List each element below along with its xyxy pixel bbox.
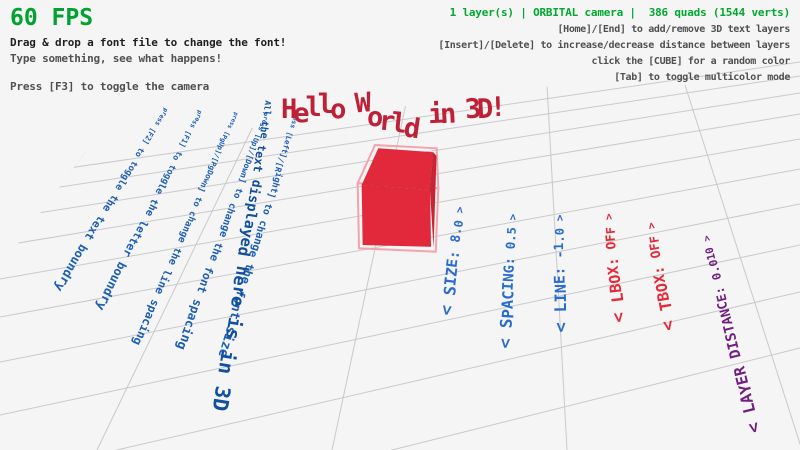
cube-body[interactable] <box>362 148 437 247</box>
hint-layers: [Home]/[End] to add/remove 3D text layer… <box>438 22 790 38</box>
hint-drag-drop: Drag & drop a font file to change the fo… <box>10 36 286 49</box>
hint-camera-key: Press [F3] to toggle the camera <box>10 80 209 93</box>
stats-line: 1 layer(s) | ORBITAL camera | 386 quads … <box>438 6 790 19</box>
raylib-text3d-window[interactable]: press [F2] to toggle the text boundrypre… <box>0 0 800 450</box>
hint-multicolor: [Tab] to toggle multicolor mode <box>438 70 790 86</box>
fps-counter: 60 FPS <box>10 5 93 31</box>
wave-text-3d: Hello World in 3D! <box>281 86 502 117</box>
hint-type: Type something, see what happens! <box>10 52 222 65</box>
hint-cube-color: click the [CUBE] for a random color <box>438 54 790 70</box>
hint-layer-distance: [Insert]/[Delete] to increase/decrease d… <box>438 38 790 54</box>
hud-right: 1 layer(s) | ORBITAL camera | 386 quads … <box>438 6 790 86</box>
